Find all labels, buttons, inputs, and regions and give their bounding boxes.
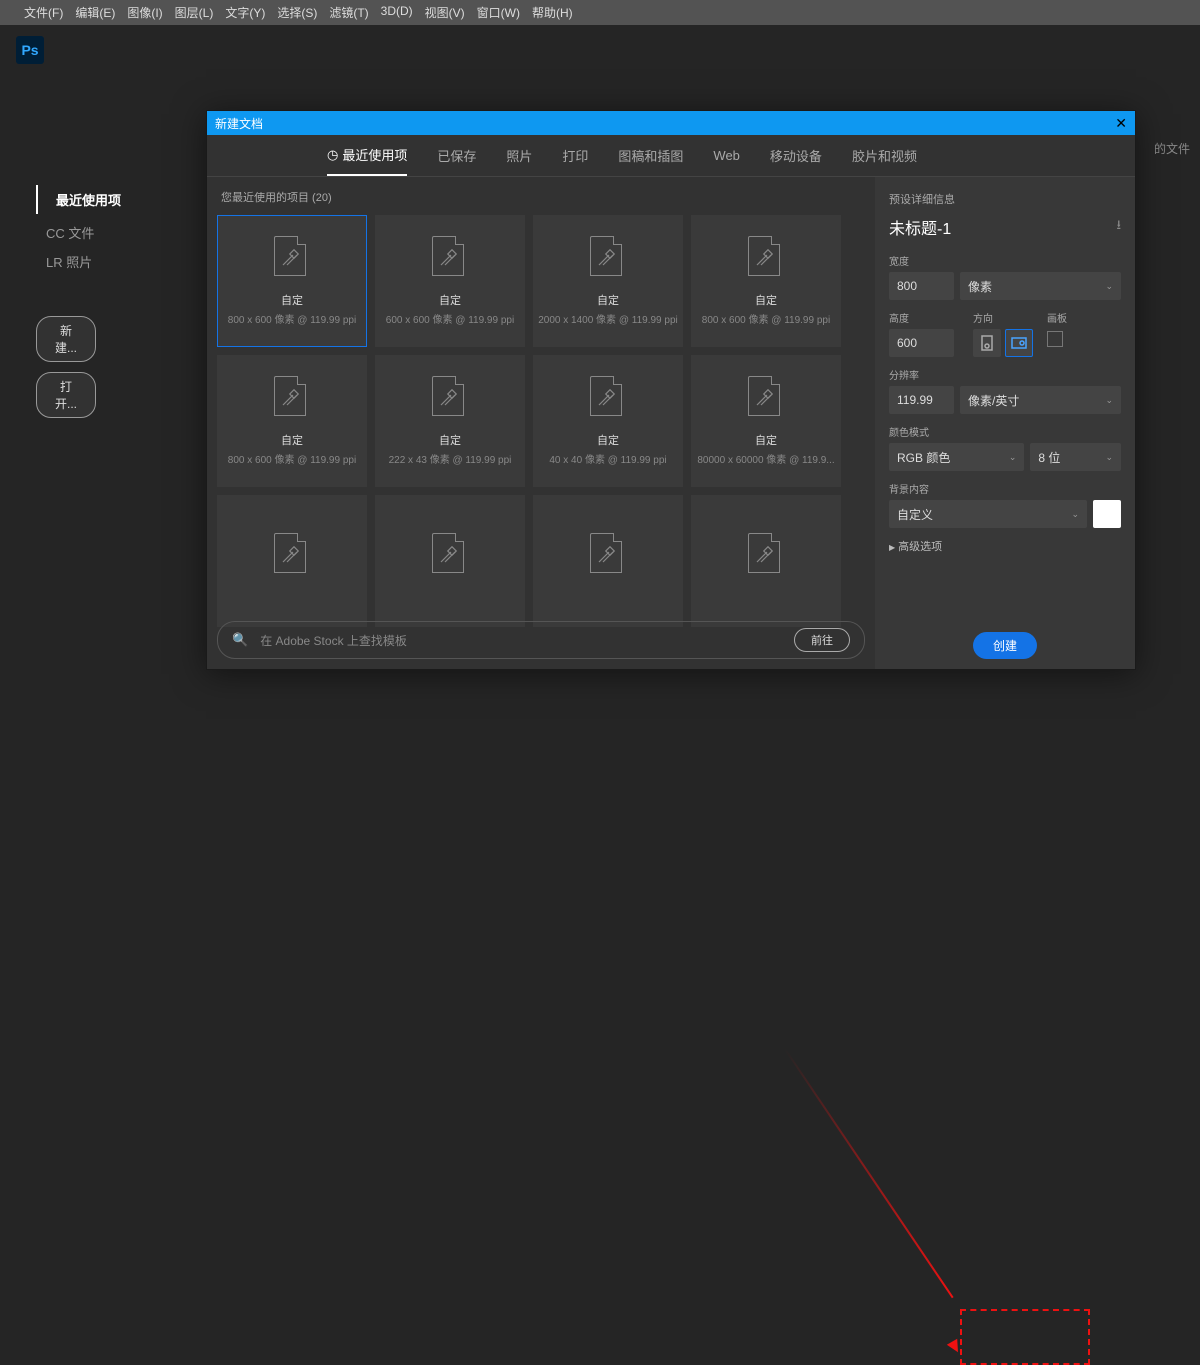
menu-edit[interactable]: 编辑(E) (75, 4, 115, 21)
details-panel: 预设详细信息 未标题-1 ⭳ 宽度 像素⌄ 高度 方向 (875, 177, 1135, 669)
portrait-button[interactable] (973, 329, 1001, 357)
background-swatch[interactable] (1093, 500, 1121, 528)
menu-view[interactable]: 视图(V) (425, 4, 465, 21)
bit-depth-select[interactable]: 8 位⌄ (1030, 443, 1121, 471)
menu-image[interactable]: 图像(I) (127, 4, 162, 21)
card-title: 自定 (439, 292, 461, 308)
open-button[interactable]: 打开... (36, 372, 96, 418)
card-meta: 600 x 600 像素 @ 119.99 ppi (386, 311, 514, 326)
new-button[interactable]: 新建... (36, 316, 96, 362)
landscape-button[interactable] (1005, 329, 1033, 357)
height-label: 高度 (889, 310, 959, 325)
resolution-input[interactable] (889, 386, 954, 414)
preset-card[interactable]: 自定 800 x 600 像素 @ 119.99 ppi (217, 355, 367, 487)
card-title: 自定 (755, 292, 777, 308)
card-title: 自定 (755, 432, 777, 448)
background-label: 背景内容 (889, 481, 1121, 496)
clock-icon: ◷ (327, 147, 338, 163)
preset-card[interactable] (533, 495, 683, 627)
save-preset-icon[interactable]: ⭳ (1116, 216, 1121, 238)
doc-name-input[interactable]: 未标题-1 (889, 215, 951, 239)
artboard-checkbox[interactable] (1047, 331, 1063, 347)
card-title: 自定 (439, 432, 461, 448)
width-label: 宽度 (889, 253, 1121, 268)
tab-saved[interactable]: 已保存 (437, 146, 476, 175)
card-title: 自定 (597, 292, 619, 308)
preset-card[interactable]: 自定 40 x 40 像素 @ 119.99 ppi (533, 355, 683, 487)
presets-panel: 您最近使用的项目 (20) 自定 800 x 600 像素 @ 119.99 pp… (207, 177, 875, 669)
preset-card[interactable] (375, 495, 525, 627)
home-bg-text: 的文件 (1154, 140, 1190, 157)
tab-mobile[interactable]: 移动设备 (770, 146, 822, 175)
tab-web[interactable]: Web (713, 148, 740, 173)
chevron-right-icon: ▶ (889, 543, 895, 552)
dialog-tabs: ◷最近使用项 已保存 照片 打印 图稿和插图 Web 移动设备 胶片和视频 (207, 135, 1135, 177)
nav-recent[interactable]: 最近使用项 (46, 185, 200, 214)
create-button[interactable]: 创建 (973, 632, 1037, 659)
menu-filter[interactable]: 滤镜(T) (329, 4, 368, 21)
preset-card[interactable]: 自定 800 x 600 像素 @ 119.99 ppi (217, 215, 367, 347)
home-nav: 最近使用项 CC 文件 LR 照片 新建... 打开... (0, 75, 200, 701)
nav-cc-files[interactable]: CC 文件 (36, 218, 200, 247)
menu-window[interactable]: 窗口(W) (477, 4, 520, 21)
card-title: 自定 (281, 432, 303, 448)
menu-3d[interactable]: 3D(D) (381, 4, 413, 21)
orient-label: 方向 (973, 310, 1033, 325)
dialog-titlebar: 新建文档 ✕ (207, 111, 1135, 135)
card-meta: 80000 x 60000 像素 @ 119.9... (697, 451, 834, 466)
width-input[interactable] (889, 272, 954, 300)
preset-card[interactable] (217, 495, 367, 627)
menubar: 文件(F) 编辑(E) 图像(I) 图层(L) 文字(Y) 选择(S) 滤镜(T… (0, 0, 1200, 25)
preset-card[interactable]: 自定 2000 x 1400 像素 @ 119.99 ppi (533, 215, 683, 347)
menu-select[interactable]: 选择(S) (277, 4, 317, 21)
tab-photo[interactable]: 照片 (506, 146, 532, 175)
card-meta: 800 x 600 像素 @ 119.99 ppi (228, 451, 356, 466)
card-meta: 800 x 600 像素 @ 119.99 ppi (702, 311, 830, 326)
tab-print[interactable]: 打印 (562, 146, 588, 175)
go-button[interactable]: 前往 (794, 628, 850, 652)
preset-card[interactable]: 自定 80000 x 60000 像素 @ 119.9... (691, 355, 841, 487)
resolution-label: 分辨率 (889, 367, 1121, 382)
color-mode-label: 颜色模式 (889, 424, 1121, 439)
menu-file[interactable]: 文件(F) (24, 4, 63, 21)
new-document-dialog: 新建文档 ✕ ◷最近使用项 已保存 照片 打印 图稿和插图 Web 移动设备 胶… (206, 110, 1136, 670)
color-mode-select[interactable]: RGB 颜色⌄ (889, 443, 1024, 471)
height-input[interactable] (889, 329, 954, 357)
resolution-unit-select[interactable]: 像素/英寸⌄ (960, 386, 1121, 414)
menu-layer[interactable]: 图层(L) (175, 4, 214, 21)
tab-recent[interactable]: ◷最近使用项 (327, 145, 407, 176)
unit-select[interactable]: 像素⌄ (960, 272, 1121, 300)
preset-card[interactable]: 自定 222 x 43 像素 @ 119.99 ppi (375, 355, 525, 487)
card-meta: 800 x 600 像素 @ 119.99 ppi (228, 311, 356, 326)
stock-search: 🔍 在 Adobe Stock 上查找模板 前往 (217, 621, 865, 659)
close-icon[interactable]: ✕ (1115, 115, 1127, 132)
preset-card[interactable]: 自定 800 x 600 像素 @ 119.99 ppi (691, 215, 841, 347)
card-title: 自定 (281, 292, 303, 308)
preset-grid: 自定 800 x 600 像素 @ 119.99 ppi 自定 600 x 600 像… (217, 215, 865, 627)
card-title: 自定 (597, 432, 619, 448)
menu-type[interactable]: 文字(Y) (225, 4, 265, 21)
advanced-toggle[interactable]: ▶高级选项 (889, 538, 1121, 554)
card-meta: 2000 x 1400 像素 @ 119.99 ppi (538, 311, 678, 326)
app-logo: Ps (16, 36, 44, 64)
section-heading: 您最近使用的项目 (20) (221, 189, 865, 205)
tab-art[interactable]: 图稿和插图 (618, 146, 683, 175)
details-header: 预设详细信息 (889, 191, 1121, 207)
background-select[interactable]: 自定义⌄ (889, 500, 1087, 528)
tab-film[interactable]: 胶片和视频 (852, 146, 917, 175)
app-toolbar: Ps (0, 25, 1200, 75)
search-placeholder[interactable]: 在 Adobe Stock 上查找模板 (260, 632, 782, 649)
search-icon: 🔍 (232, 632, 248, 648)
card-meta: 40 x 40 像素 @ 119.99 ppi (549, 451, 666, 466)
menu-help[interactable]: 帮助(H) (532, 4, 573, 21)
nav-lr-photos[interactable]: LR 照片 (36, 247, 200, 276)
preset-card[interactable] (691, 495, 841, 627)
card-meta: 222 x 43 像素 @ 119.99 ppi (389, 451, 512, 466)
dialog-title: 新建文档 (215, 115, 263, 132)
preset-card[interactable]: 自定 600 x 600 像素 @ 119.99 ppi (375, 215, 525, 347)
artboard-label: 画板 (1047, 310, 1067, 325)
